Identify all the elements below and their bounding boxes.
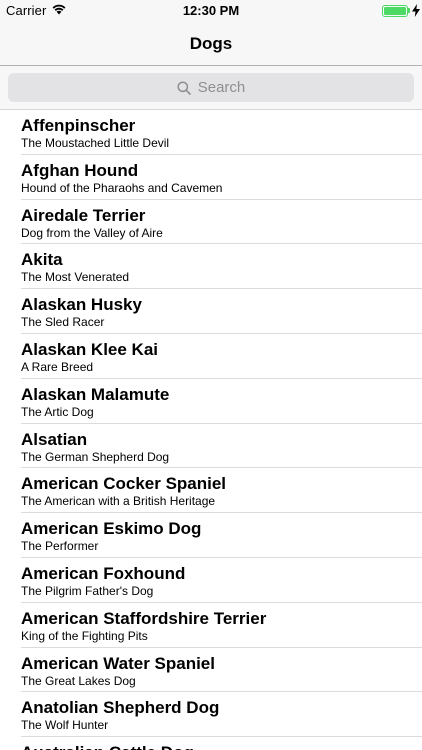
dog-name: Akita	[21, 250, 63, 270]
dog-list: Affenpinscher The Moustached Little Devil…	[0, 110, 422, 750]
battery-tip	[408, 8, 410, 13]
list-item[interactable]: Alaskan Husky The Sled Racer	[0, 289, 422, 334]
list-item[interactable]: Anatolian Shepherd Dog The Wolf Hunter	[0, 692, 422, 737]
battery-level	[384, 7, 406, 15]
list-item[interactable]: American Eskimo Dog The Performer	[0, 513, 422, 558]
dog-subtitle: Dog from the Valley of Aire	[21, 225, 163, 240]
dog-name: American Foxhound	[21, 563, 186, 583]
dog-subtitle: The Performer	[21, 539, 99, 554]
list-item[interactable]: American Staffordshire Terrier King of th…	[0, 603, 422, 648]
navigation-bar: Dogs	[0, 22, 422, 66]
dog-subtitle: The Great Lakes Dog	[21, 673, 136, 688]
dog-subtitle: The German Shepherd Dog	[21, 449, 170, 464]
dog-subtitle: The Wolf Hunter	[21, 718, 109, 733]
list-item[interactable]: American Cocker Spaniel The American with…	[0, 468, 422, 513]
dog-name: Anatolian Shepherd Dog	[21, 698, 220, 718]
dog-name: Alaskan Malamute	[21, 384, 170, 404]
dog-name: Australian Cattle Dog	[21, 743, 422, 750]
dog-name: American Water Spaniel	[21, 653, 215, 673]
dog-name: Airedale Terrier	[21, 205, 146, 225]
list-item[interactable]: Akita The Most Venerated	[0, 244, 422, 289]
dog-name: American Cocker Spaniel	[21, 474, 227, 494]
list-item[interactable]: American Water Spaniel The Great Lakes Do…	[0, 648, 422, 693]
dog-name: Alaskan Husky	[21, 295, 142, 315]
list-item[interactable]: Affenpinscher The Moustached Little Devil	[0, 110, 422, 155]
list-item[interactable]: Afghan Hound Hound of the Pharaohs and Ca…	[0, 155, 422, 200]
dog-name: Alsatian	[21, 429, 88, 449]
status-time: 12:30 PM	[182, 3, 240, 18]
dog-subtitle: The Moustached Little Devil	[21, 136, 170, 150]
list-item[interactable]: American Foxhound The Pilgrim Father's Do…	[0, 558, 422, 603]
dog-name: American Eskimo Dog	[21, 519, 202, 539]
dog-subtitle: The Sled Racer	[21, 315, 105, 330]
list-item[interactable]: Alaskan Malamute The Artic Dog	[0, 379, 422, 424]
dog-subtitle: The American with a British Heritage	[21, 494, 216, 509]
search-icon	[177, 80, 191, 95]
dog-subtitle: The Pilgrim Father's Dog	[21, 583, 154, 598]
dog-subtitle: King of the Fighting Pits	[21, 628, 148, 643]
search-placeholder: Search	[197, 79, 246, 96]
charging-bolt-icon	[412, 4, 420, 17]
search-input[interactable]: Search	[8, 73, 414, 102]
dog-name: Alaskan Klee Kai	[21, 339, 159, 359]
page-title: Dogs	[189, 34, 233, 53]
list-item[interactable]: Australian Cattle Dog	[0, 737, 422, 750]
dog-subtitle: The Most Venerated	[21, 270, 130, 285]
list-item[interactable]: Airedale Terrier Dog from the Valley of A…	[0, 200, 422, 245]
dog-subtitle: The Artic Dog	[21, 404, 94, 419]
dog-name: Afghan Hound	[21, 160, 139, 180]
list-item[interactable]: Alaskan Klee Kai A Rare Breed	[0, 334, 422, 379]
dog-subtitle: A Rare Breed	[21, 359, 94, 374]
dog-subtitle: Hound of the Pharaohs and Cavemen	[21, 180, 223, 195]
dog-name: Affenpinscher	[21, 116, 136, 135]
search-bar: Search	[0, 66, 422, 110]
status-bar: Carrier 12:30 PM	[0, 0, 422, 22]
battery-icon	[382, 5, 408, 17]
list-item[interactable]: Alsatian The German Shepherd Dog	[0, 424, 422, 469]
dog-name: American Staffordshire Terrier	[21, 608, 267, 628]
screen: Carrier 12:30 PM Dogs Search Affenpinsch…	[0, 0, 422, 750]
